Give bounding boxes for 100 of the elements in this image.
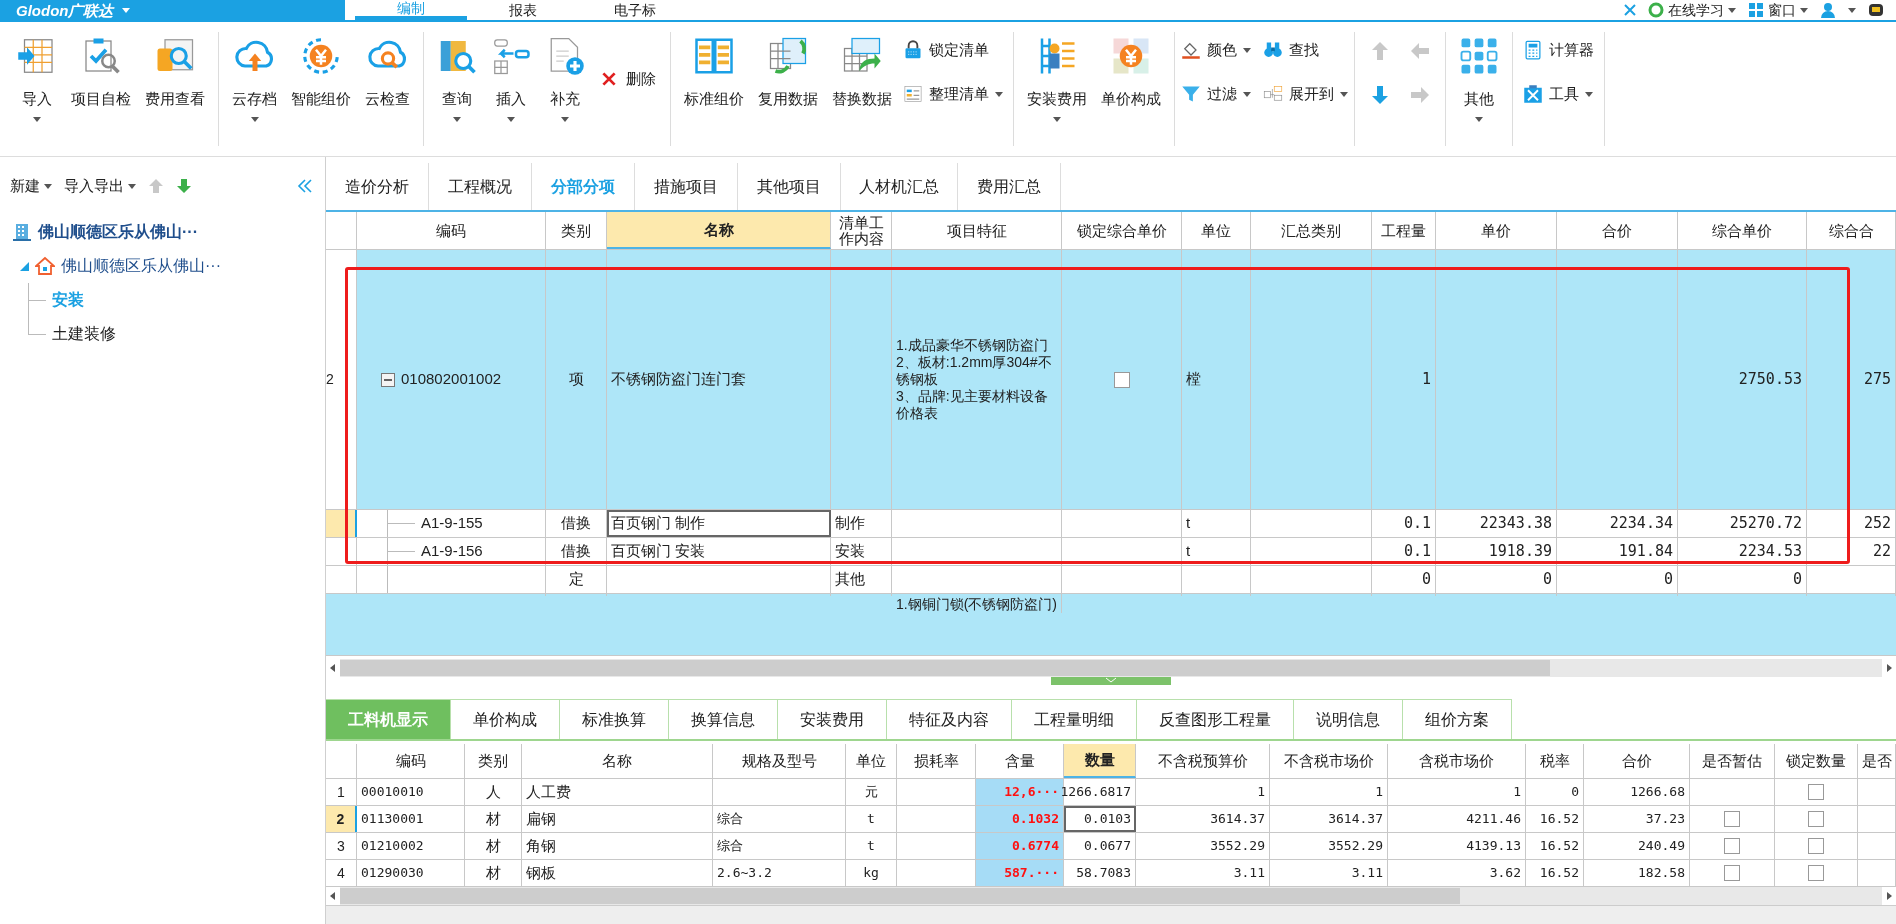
scrollbar-thumb[interactable] — [340, 660, 1550, 676]
checkbox[interactable] — [1808, 811, 1824, 827]
table-row[interactable]: 1.钢铜门锁(不锈钢防盗门) — [326, 594, 1896, 656]
ribbon-button[interactable]: 项目自检 — [64, 32, 138, 146]
ribbon-button[interactable]: 导入 — [10, 32, 64, 146]
ribbon-button[interactable]: 安装费用 — [1020, 32, 1094, 146]
view-tab[interactable]: 工程概况 — [429, 163, 532, 210]
panel-tab[interactable]: 标准换算 — [560, 699, 669, 739]
checkbox[interactable] — [1724, 811, 1740, 827]
ribbon-button[interactable]: 补充 — [538, 32, 592, 146]
panel-tab[interactable]: 说明信息 — [1294, 699, 1403, 739]
checkbox[interactable] — [1808, 784, 1824, 800]
arrow-down-icon[interactable] — [176, 178, 192, 194]
table-row[interactable]: A1-9-156 借换 百页钢门 安装 安装 t 0.1 1918.39 191.84 2234.53 22 — [326, 538, 1896, 566]
delete-button[interactable]: 删除 — [592, 67, 664, 91]
scroll-left-icon[interactable] — [326, 887, 340, 905]
panel-tab[interactable]: 组价方案 — [1403, 699, 1512, 739]
robot-icon[interactable] — [1868, 2, 1884, 18]
paint-bucket-icon — [1181, 40, 1201, 60]
toolbar-button[interactable]: 新建 — [10, 174, 52, 198]
scroll-right-icon[interactable] — [1882, 659, 1896, 677]
ribbon-button[interactable]: 其他 — [1452, 32, 1506, 146]
panel-tab[interactable]: 特征及内容 — [887, 699, 1012, 739]
menu-tab[interactable]: 报表 — [467, 0, 579, 20]
ribbon-button[interactable]: 查询 — [430, 32, 484, 146]
collapse-box-icon[interactable] — [381, 372, 395, 387]
collapse-icon[interactable] — [297, 179, 313, 193]
expanded-icon[interactable] — [20, 261, 29, 271]
panel-tab[interactable]: 反查图形工程量 — [1137, 699, 1294, 739]
view-tab[interactable]: 费用汇总 — [958, 163, 1061, 210]
panel-tab[interactable]: 单价构成 — [451, 699, 560, 739]
table-cell-text: 1266.68 — [1630, 783, 1685, 802]
ribbon-button[interactable]: 云存档 — [225, 32, 284, 146]
close-icon[interactable] — [1624, 4, 1636, 16]
row-header[interactable]: 2 — [326, 250, 357, 509]
splitter-handle[interactable] — [1051, 677, 1171, 685]
table-cell: 1.钢铜门锁(不锈钢防盗门) — [896, 596, 1057, 613]
menu-button[interactable]: 窗口 — [1748, 0, 1808, 21]
table-row[interactable]: 2 010802001002 项 不锈钢防盗门连门套 1.成品豪华不锈钢防盗门 2、板材:1.2mm厚304#不锈钢板 3、品牌:见主要材料设备价格表 樘 1 2750.53 275 — [326, 250, 1896, 510]
ribbon-button[interactable]: 整理清单 — [903, 82, 1003, 106]
ribbon-button[interactable]: 计算器 — [1523, 38, 1594, 62]
checkbox[interactable] — [1724, 838, 1740, 854]
checkbox[interactable] — [1808, 838, 1824, 854]
scrollbar-thumb[interactable] — [340, 888, 1460, 904]
table-cell-text: 综合 — [717, 810, 743, 829]
ribbon-button[interactable]: 单价构成 — [1094, 32, 1168, 146]
tree-item[interactable]: 佛山顺德区乐从佛山··· — [38, 220, 198, 244]
table-cell-text: 人工费 — [526, 781, 571, 802]
ribbon-button[interactable]: 云检查 — [358, 32, 417, 146]
ribbon-button[interactable]: 插入 — [484, 32, 538, 146]
yen-grid-icon — [1111, 36, 1151, 76]
checkbox[interactable] — [1808, 865, 1824, 881]
menu-button[interactable]: 在线学习 — [1648, 0, 1736, 21]
tree-item[interactable]: 土建装修 — [52, 322, 116, 346]
table-cell-text: 22343.38 — [1479, 513, 1552, 535]
panel-tab[interactable]: 换算信息 — [669, 699, 778, 739]
panel-tab[interactable]: 工程量明细 — [1012, 699, 1137, 739]
ribbon-button[interactable]: 智能组价 — [284, 32, 358, 146]
ribbon-button[interactable]: 查找 — [1263, 38, 1348, 62]
menu-tab[interactable]: 电子标 — [579, 0, 691, 20]
table-cell-text: 2750.53 — [1738, 369, 1802, 391]
ribbon-button[interactable]: 替换数据 — [825, 32, 899, 146]
ribbon-button[interactable]: 过滤 — [1181, 82, 1251, 106]
calculator-icon — [1523, 40, 1543, 60]
view-tab[interactable]: 人材机汇总 — [841, 163, 958, 210]
ribbon-button[interactable]: 标准组价 — [677, 32, 751, 146]
table-cell-text: 0.0103 — [1084, 810, 1131, 829]
ribbon-button[interactable]: 工具 — [1523, 82, 1594, 106]
view-tab[interactable]: 其他项目 — [738, 163, 841, 210]
table-row[interactable]: 定 其他 0 0 0 0 — [326, 566, 1896, 594]
table-cell-text: 3614.37 — [1328, 810, 1383, 829]
table-cell-text: 材 — [485, 862, 501, 883]
table-cell-text: 扁钢 — [526, 808, 556, 829]
checkbox[interactable] — [1724, 865, 1740, 881]
ribbon-button[interactable]: 费用查看 — [138, 32, 212, 146]
toolbar-button[interactable]: 导入导出 — [64, 174, 136, 198]
ribbon-button[interactable]: 颜色 — [1181, 38, 1251, 62]
table-cell-text: 4211.46 — [1466, 810, 1521, 829]
ribbon-button[interactable]: 复用数据 — [751, 32, 825, 146]
row-header[interactable] — [326, 510, 357, 537]
ribbon-button[interactable]: 展开到 — [1263, 82, 1348, 106]
checkbox[interactable] — [1113, 371, 1130, 388]
view-tab[interactable]: 措施项目 — [635, 163, 738, 210]
table-cell-text: 3552.29 — [1210, 837, 1265, 856]
table-cell-text: 1 — [1375, 783, 1383, 802]
table-cell-text: kg — [863, 864, 879, 883]
person-icon[interactable] — [1820, 2, 1836, 18]
panel-tab[interactable]: 安装费用 — [778, 699, 887, 739]
yen-circle-icon — [301, 36, 341, 76]
ribbon-button[interactable]: 锁定清单 — [903, 38, 1003, 62]
table-cell-text: 角钢 — [526, 835, 556, 856]
button-label: 插入 — [496, 89, 526, 109]
view-tab[interactable]: 造价分析 — [326, 163, 429, 210]
column-header[interactable]: 名称 — [607, 212, 831, 249]
tree-item[interactable]: 佛山顺德区乐从佛山··· — [61, 254, 221, 278]
scroll-left-icon[interactable] — [326, 659, 340, 677]
scroll-right-icon[interactable] — [1882, 887, 1896, 905]
column-header[interactable]: 数量 — [1064, 744, 1136, 778]
row-header[interactable]: 2 — [326, 806, 357, 832]
table-cell-text: 25270.72 — [1729, 513, 1802, 535]
